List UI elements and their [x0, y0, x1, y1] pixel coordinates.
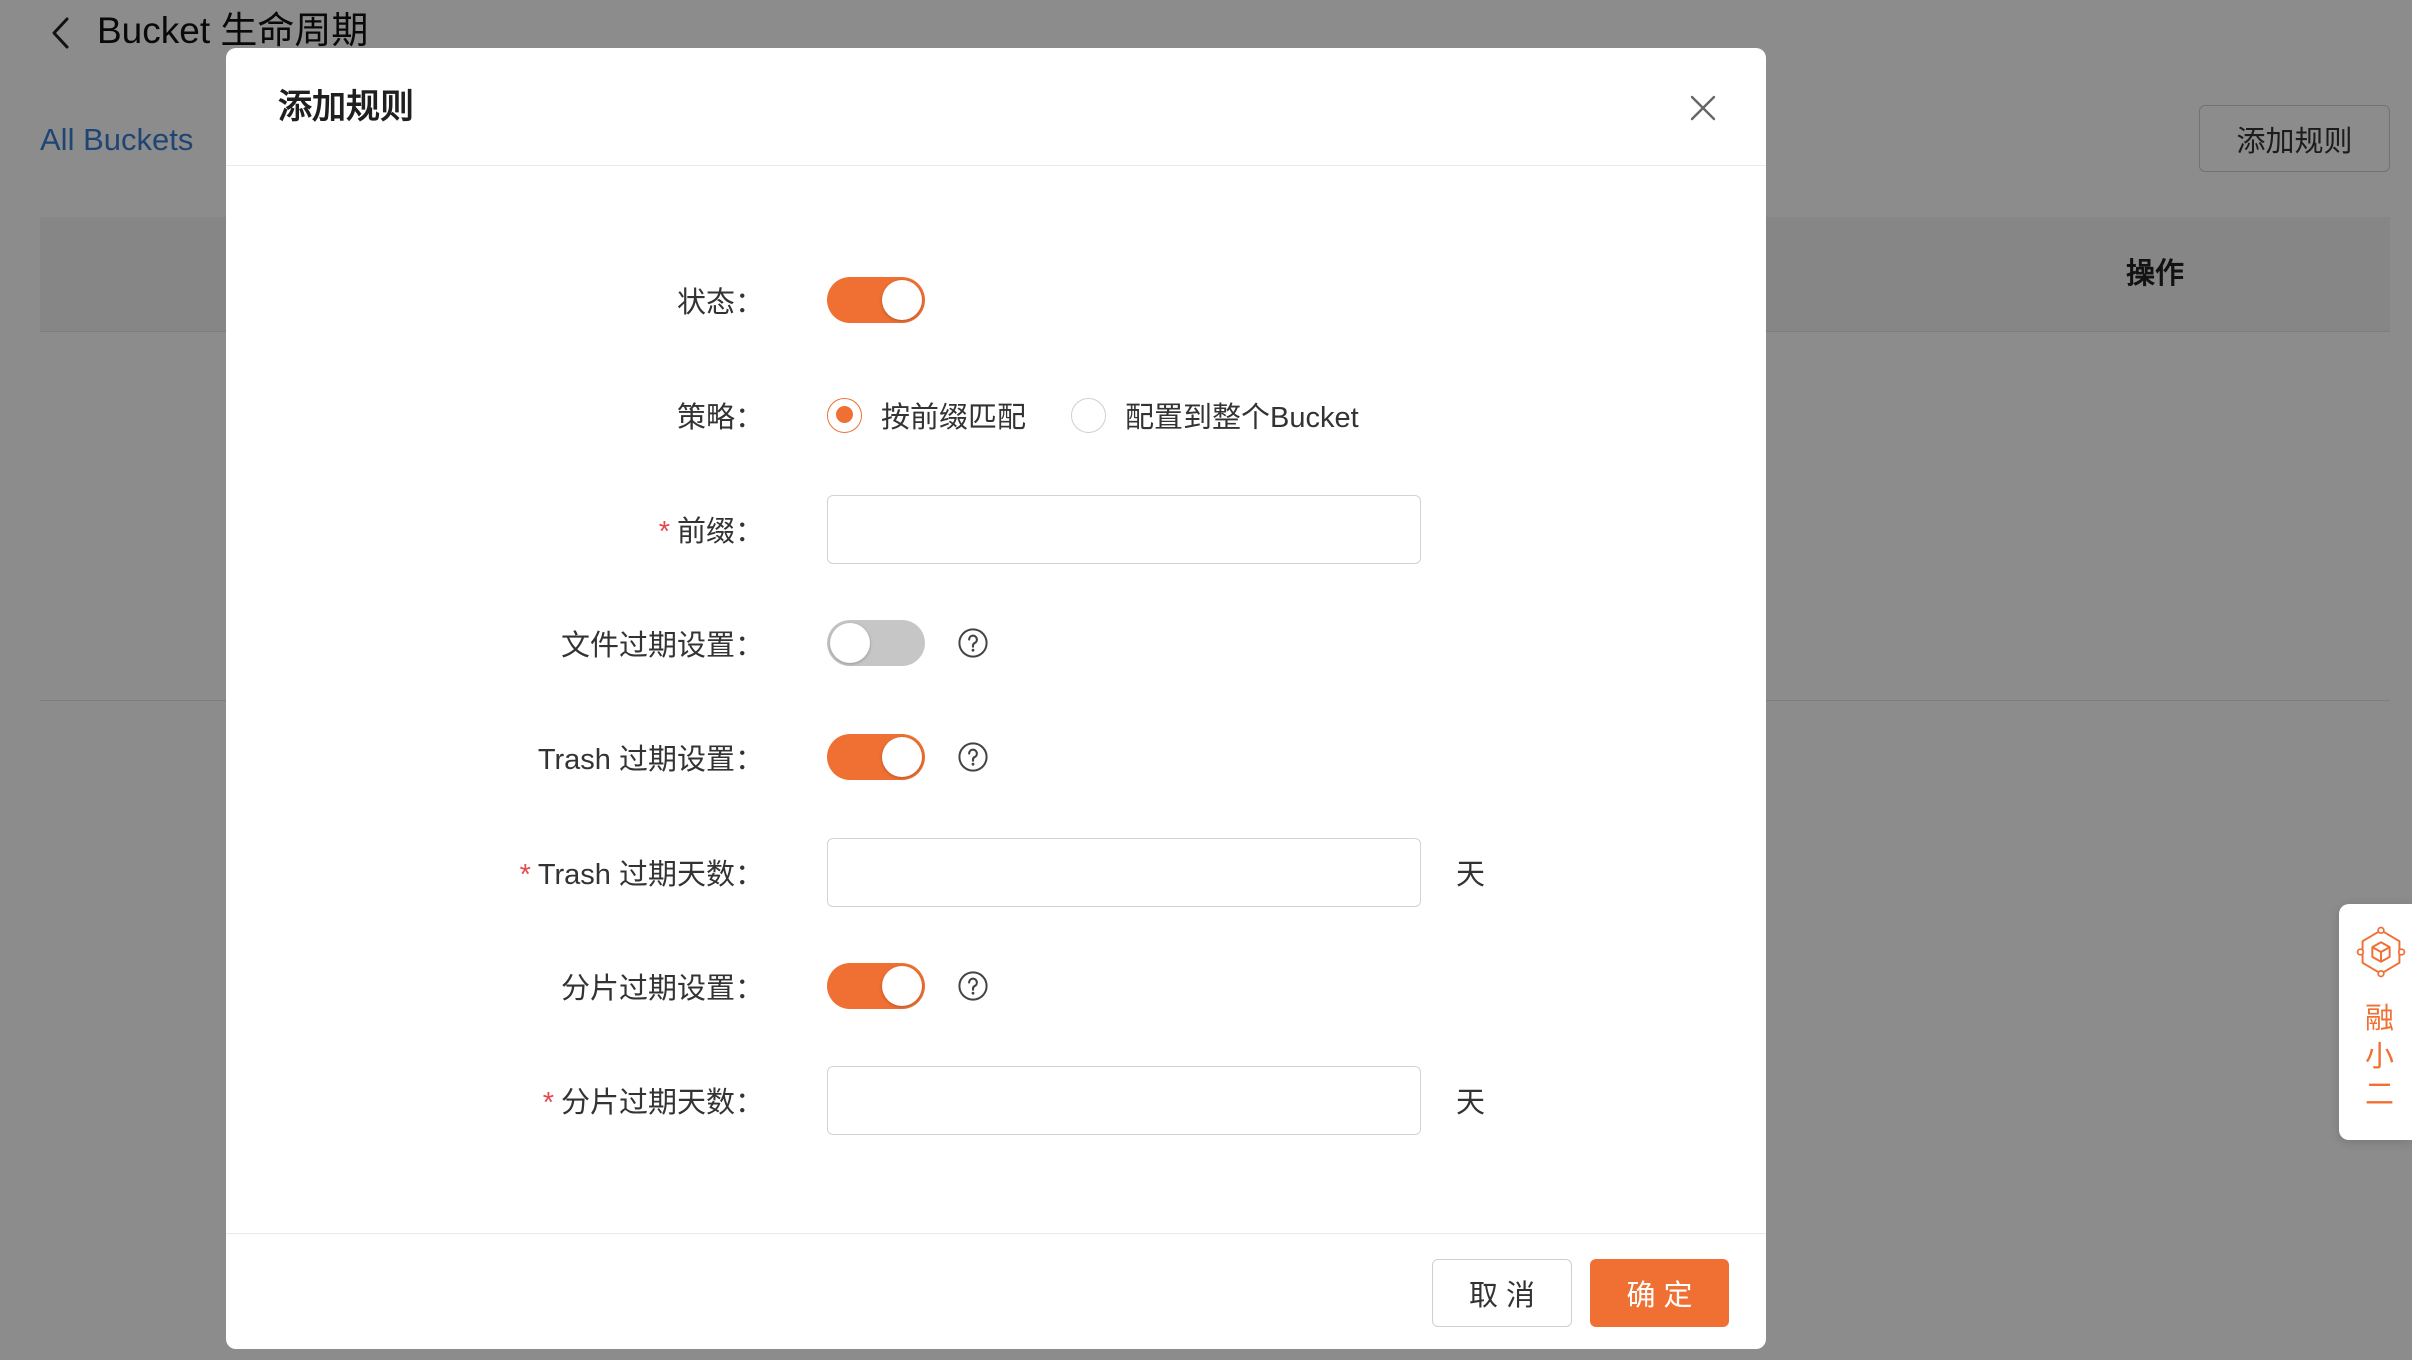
file-expiry-control [827, 620, 989, 666]
assistant-label-char: 小 [2364, 1041, 2394, 1073]
status-switch[interactable] [827, 277, 925, 323]
required-mark: * [542, 1087, 554, 1119]
strategy-option-prefix[interactable]: 按前缀匹配 [827, 394, 1026, 436]
switch-knob [882, 737, 922, 777]
multipart-days-unit: 天 [1456, 1087, 1486, 1119]
assistant-label-char: 二 [2364, 1079, 2394, 1111]
form-row-strategy: 策略： 按前缀匹配 配置到整个Bucket [226, 380, 1766, 450]
trash-days-input[interactable] [827, 837, 1421, 907]
prefix-input[interactable] [827, 494, 1421, 564]
assistant-widget-label: 融 小 二 [2343, 1000, 2412, 1114]
prefix-label: * 前缀： [226, 508, 764, 550]
radio-button[interactable] [1071, 397, 1107, 433]
cube-icon [2356, 926, 2406, 978]
assistant-widget[interactable]: 融 小 二 [2339, 904, 2412, 1140]
required-mark: * [658, 516, 670, 548]
prefix-label-text: 前缀： [676, 516, 764, 548]
close-button[interactable] [1683, 88, 1723, 128]
multipart-days-label: * 分片过期天数： [226, 1079, 764, 1121]
modal-footer: 取 消 确 定 [226, 1233, 1766, 1349]
strategy-radio-group: 按前缀匹配 配置到整个Bucket [827, 394, 1359, 436]
radio-label: 按前缀匹配 [881, 402, 1027, 434]
confirm-button[interactable]: 确 定 [1590, 1259, 1729, 1327]
required-mark: * [519, 859, 531, 891]
question-circle-icon[interactable] [957, 741, 989, 773]
close-icon [1690, 95, 1716, 121]
question-circle-icon[interactable] [957, 970, 989, 1002]
trash-expiry-control [827, 734, 989, 780]
assistant-label-char: 融 [2364, 1003, 2394, 1035]
radio-dot [835, 406, 853, 423]
form-row-prefix: * 前缀： [226, 494, 1766, 564]
switch-knob [830, 623, 870, 663]
multipart-days-control: 天 [827, 1065, 1486, 1135]
status-label: 状态： [676, 287, 764, 319]
switch-knob [882, 966, 922, 1006]
radio-label: 配置到整个Bucket [1125, 402, 1359, 434]
radio-button[interactable] [827, 397, 862, 433]
strategy-label: 策略： [676, 402, 764, 434]
modal-title: 添加规则 [278, 88, 414, 126]
multipart-expiry-label: 分片过期设置： [560, 973, 764, 1005]
form-row-multipart-days: * 分片过期天数： 天 [226, 1065, 1766, 1135]
form-row-multipart-expiry: 分片过期设置： [226, 951, 1766, 1021]
form-row-trash-days: * Trash 过期天数： 天 [226, 837, 1766, 907]
switch-knob [882, 280, 922, 320]
trash-expiry-switch[interactable] [827, 734, 925, 780]
trash-days-label: * Trash 过期天数： [226, 851, 764, 893]
cancel-button[interactable]: 取 消 [1432, 1259, 1572, 1327]
add-rule-modal: 添加规则 状态： 策略： 按前缀匹配 配置到整个Bucket * 前缀： 文件过… [226, 48, 1766, 1349]
form-row-trash-expiry: Trash 过期设置： [226, 722, 1766, 792]
strategy-option-whole-bucket[interactable]: 配置到整个Bucket [1071, 394, 1359, 436]
modal-header: 添加规则 [226, 48, 1766, 166]
file-expiry-switch[interactable] [827, 620, 925, 666]
trash-expiry-label: Trash 过期设置： [537, 744, 764, 776]
form-row-status: 状态： [226, 265, 1766, 335]
file-expiry-label: 文件过期设置： [560, 630, 764, 662]
multipart-days-input[interactable] [827, 1065, 1421, 1135]
prefix-control [827, 494, 1421, 564]
trash-days-unit: 天 [1456, 859, 1486, 891]
form-row-file-expiry: 文件过期设置： [226, 608, 1766, 678]
multipart-days-label-text: 分片过期天数： [560, 1087, 764, 1119]
multipart-expiry-switch[interactable] [827, 963, 925, 1009]
question-circle-icon[interactable] [957, 627, 989, 659]
multipart-expiry-control [827, 963, 989, 1009]
trash-days-label-text: Trash 过期天数： [537, 859, 764, 891]
trash-days-control: 天 [827, 837, 1486, 907]
status-control [827, 277, 925, 323]
